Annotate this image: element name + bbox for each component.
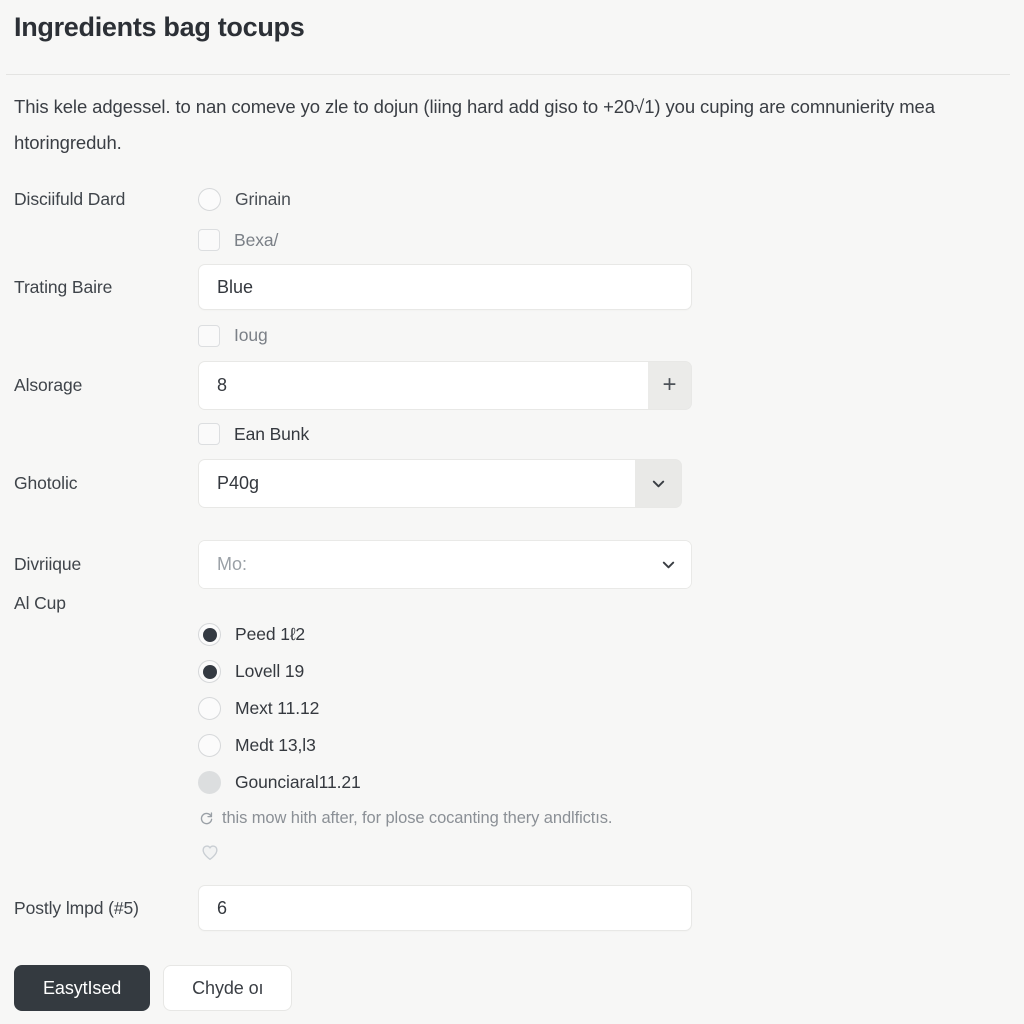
al-cup-radio-group: Peed 1ℓ2 Lovell 19 Mext 11.12 Medt 13,l3… <box>198 616 1010 801</box>
radio-medt-label: Medt 13,l3 <box>235 735 316 755</box>
checkbox-ioug[interactable] <box>198 324 220 347</box>
divriique-placeholder[interactable]: Mo: <box>199 540 645 588</box>
radio-option: Gounciaral11.21 <box>198 764 1010 801</box>
radio-medt[interactable] <box>198 734 221 757</box>
submit-button[interactable]: EasytIsed <box>14 965 151 1011</box>
field-control: Bexa/ <box>198 229 1010 251</box>
form-row-trating-baire: Trating Baire Blue <box>14 261 1010 313</box>
field-label: Divriique <box>14 554 82 574</box>
radio-option[interactable]: Peed 1ℓ2 <box>198 616 1010 653</box>
form-row-disciifuld-dard: Disciifuld Dard Grinain <box>14 179 1010 219</box>
field-label: Postly lmpd (#5) <box>14 898 139 918</box>
trating-baire-input[interactable]: Blue <box>198 264 692 310</box>
form-row-ioug: Ioug <box>14 313 1010 358</box>
chevron-down-icon[interactable] <box>645 540 691 588</box>
checkbox-ean-bunk-label: Ean Bunk <box>234 423 310 444</box>
field-label: Trating Baire <box>14 277 113 297</box>
favorite-button[interactable] <box>197 839 223 865</box>
checkbox-ioug-label: Ioug <box>234 325 268 345</box>
row-spacer <box>14 510 1010 538</box>
refresh-icon <box>198 810 215 827</box>
alsorage-value[interactable]: 8 <box>199 361 648 409</box>
field-label: Al Cup <box>14 593 66 613</box>
field-control: Ean Bunk <box>198 423 1010 445</box>
radio-option[interactable]: Mext 11.12 <box>198 690 1010 727</box>
radio-gounciaral-label: Gounciaral11.21 <box>235 772 361 792</box>
radio-peed[interactable] <box>198 623 221 646</box>
radio-peed-label: Peed 1ℓ2 <box>235 624 306 644</box>
form-row-divriique: Divriique Mo: <box>14 538 1010 590</box>
form-row-ean-bunk: Ean Bunk <box>14 412 1010 456</box>
form-row-ghotolic: Ghotolic P40g <box>14 456 1010 510</box>
radio-gounciaral <box>198 771 221 794</box>
form-page: Ingredients bag tocups This kele adgesse… <box>0 0 1024 1024</box>
field-control: Ioug <box>198 324 1010 347</box>
field-control: Blue <box>198 264 1010 310</box>
ghotolic-value[interactable]: P40g <box>199 459 635 507</box>
postly-lmpd-input[interactable]: 6 <box>198 885 692 931</box>
radio-group-helper-text: this mow hith after, for plose cocanting… <box>198 809 1010 828</box>
page-title: Ingredients bag tocups <box>14 12 305 42</box>
form-actions: EasytIsed Chyde oı <box>14 965 1010 1011</box>
field-control: P40g <box>198 458 1010 508</box>
form-body: Disciifuld Dard Grinain Bexa/ Trating Ba… <box>14 179 1010 1011</box>
field-label: Disciifuld Dard <box>14 189 126 209</box>
form-row-bexa: Bexa/ <box>14 219 1010 261</box>
radio-lovell-label: Lovell 19 <box>235 661 305 681</box>
radio-grinain[interactable] <box>198 187 221 211</box>
radio-lovell[interactable] <box>198 660 221 683</box>
divriique-select[interactable]: Mo: <box>198 539 692 589</box>
increment-button[interactable]: + <box>648 361 691 409</box>
ghotolic-select[interactable]: P40g <box>198 458 682 508</box>
heart-icon <box>202 845 218 861</box>
form-row-postly-lmpd: Postly lmpd (#5) 6 <box>14 881 1010 935</box>
field-control: Mo: <box>198 539 1010 589</box>
checkbox-bexa-label: Bexa/ <box>234 229 279 250</box>
field-control: 6 <box>198 885 1010 931</box>
field-label: Ghotolic <box>14 473 78 493</box>
form-row-alsorage: Alsorage 8 + <box>14 358 1010 412</box>
field-control: Grinain <box>198 187 1010 211</box>
radio-option[interactable]: Medt 13,l3 <box>198 727 1010 764</box>
chevron-down-icon[interactable] <box>635 459 681 507</box>
form-row-al-cup: Al Cup <box>14 590 1010 616</box>
radio-option[interactable]: Lovell 19 <box>198 653 1010 690</box>
helper-text-content: this mow hith after, for plose cocanting… <box>222 809 613 827</box>
checkbox-ean-bunk[interactable] <box>198 423 220 445</box>
field-control: 8 + <box>198 360 1010 410</box>
cancel-button[interactable]: Chyde oı <box>163 965 293 1011</box>
radio-mext-label: Mext 11.12 <box>235 698 320 718</box>
field-label: Alsorage <box>14 375 83 395</box>
radio-grinain-label: Grinain <box>235 188 291 209</box>
radio-mext[interactable] <box>198 697 221 720</box>
checkbox-bexa[interactable] <box>198 229 220 251</box>
page-description: This kele adgessel. to nan comeve yo zle… <box>14 96 935 153</box>
alsorage-stepper[interactable]: 8 + <box>198 360 692 410</box>
